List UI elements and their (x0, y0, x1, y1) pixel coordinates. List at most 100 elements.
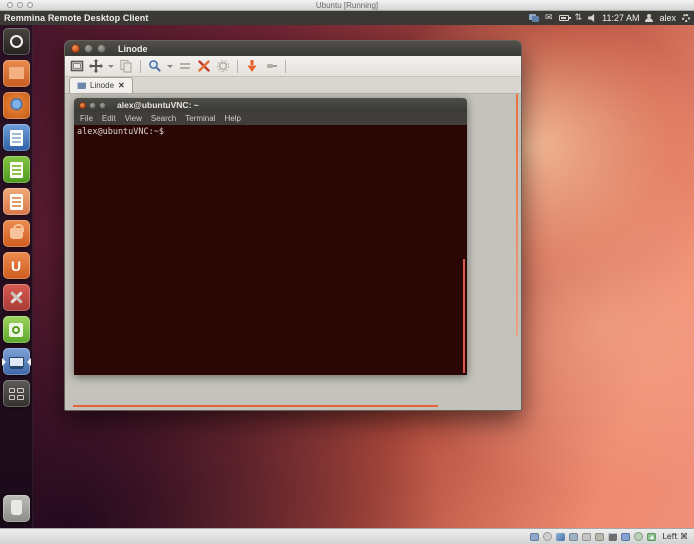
writer-document-icon (3, 124, 30, 151)
terminal-window-title: alex@ubuntuVNC: ~ (117, 100, 199, 110)
harddisk-icon[interactable] (530, 533, 539, 541)
tools-cross-icon (3, 284, 30, 311)
tab-close-button[interactable]: ✕ (118, 81, 125, 90)
disconnect-icon[interactable] (245, 59, 259, 73)
sync-indicator-icon[interactable]: ⇅ (575, 13, 583, 23)
vm-window-title: Ubuntu [Running] (0, 0, 694, 11)
launcher-item-workspace-switcher[interactable] (3, 380, 30, 407)
features-icon[interactable] (634, 532, 643, 541)
ubuntu-dash-icon (3, 28, 30, 55)
running-app-arrow-left (2, 358, 6, 366)
terminal-window: alex@ubuntuVNC: ~ File Edit View Search … (74, 98, 467, 375)
duplicate-icon[interactable] (119, 59, 133, 73)
folder-icon (3, 60, 30, 87)
app-indicator-icon[interactable] (529, 14, 539, 22)
window-minimize-button[interactable] (84, 44, 93, 53)
clock-indicator[interactable]: 11:27 AM (602, 13, 639, 23)
toolbar-separator (237, 60, 238, 73)
launcher-item-software-updater[interactable] (3, 316, 30, 343)
firefox-icon (3, 92, 30, 119)
desktop-wallpaper[interactable]: U Linode (0, 25, 694, 528)
scale-fit-icon[interactable] (89, 59, 103, 73)
menu-help[interactable]: Help (224, 114, 240, 123)
usb-icon[interactable] (582, 533, 591, 541)
launcher-item-libreoffice-calc[interactable] (3, 156, 30, 183)
window-close-button[interactable] (71, 44, 80, 53)
zoom-dropdown-caret[interactable] (167, 65, 173, 68)
terminal-menubar: File Edit View Search Terminal Help (74, 112, 467, 125)
menu-view[interactable]: View (125, 114, 142, 123)
sound-indicator-icon[interactable] (588, 14, 596, 22)
remmina-window-title: Linode (118, 44, 148, 54)
menu-terminal[interactable]: Terminal (185, 114, 215, 123)
launcher-item-libreoffice-impress[interactable] (3, 188, 30, 215)
launcher-item-home-folder[interactable] (3, 60, 30, 87)
terminal-maximize-button[interactable] (99, 102, 106, 109)
menu-edit[interactable]: Edit (102, 114, 116, 123)
vm-titlebar[interactable]: Ubuntu [Running] (0, 0, 694, 11)
shared-folders-icon[interactable] (595, 533, 604, 541)
impress-presentation-icon (3, 188, 30, 215)
display-icon[interactable] (608, 533, 617, 541)
launcher-item-firefox[interactable] (3, 92, 30, 119)
ubuntu-one-icon: U (3, 252, 30, 279)
shopping-bag-icon (3, 220, 30, 247)
terminal-output[interactable]: alex@ubuntuVNC:~$ (74, 125, 467, 375)
vnc-viewport[interactable]: alex@ubuntuVNC: ~ File Edit View Search … (65, 94, 521, 410)
launcher-item-ubuntu-one[interactable]: U (3, 252, 30, 279)
scale-dropdown-caret[interactable] (108, 65, 114, 68)
remmina-window: Linode Linode (64, 40, 522, 411)
ubuntu-top-panel: Remmina Remote Desktop Client ✉ ⇅ 11:27 … (0, 11, 694, 25)
workspace-grid-icon (3, 380, 30, 407)
trash-icon (3, 495, 30, 522)
remmina-toolbar (65, 56, 521, 77)
zoom-icon[interactable] (148, 59, 162, 73)
network-icon[interactable] (569, 533, 578, 541)
tab-label: Linode (90, 81, 114, 90)
terminal-close-button[interactable] (79, 102, 86, 109)
active-app-title: Remmina Remote Desktop Client (0, 13, 148, 23)
shell-prompt: alex@ubuntuVNC:~$ (77, 127, 164, 137)
launcher-item-libreoffice-writer[interactable] (3, 124, 30, 151)
calc-spreadsheet-icon (3, 156, 30, 183)
launcher-item-remmina[interactable] (3, 348, 30, 375)
launcher-item-software-center[interactable] (3, 220, 30, 247)
updater-icon (3, 316, 30, 343)
session-gear-icon[interactable] (682, 14, 690, 22)
battery-indicator-icon[interactable] (559, 15, 569, 21)
remmina-titlebar[interactable]: Linode (65, 41, 521, 56)
settings-gear-icon[interactable] (216, 59, 230, 73)
remmina-tabbar: Linode ✕ (65, 77, 521, 94)
launcher-item-system-settings[interactable] (3, 284, 30, 311)
remmina-monitor-icon (3, 348, 30, 375)
indicator-area: ✉ ⇅ 11:27 AM alex (529, 13, 694, 23)
wallpaper-artifact-horizontal (73, 405, 438, 407)
user-icon (645, 14, 653, 22)
launcher-item-dash[interactable] (3, 28, 30, 55)
pin-icon[interactable] (264, 59, 278, 73)
virtualbox-statusbar: Left ⌘ (0, 528, 694, 544)
user-menu[interactable]: alex (659, 13, 676, 23)
video-capture-icon[interactable] (621, 533, 630, 541)
fullscreen-icon[interactable] (70, 59, 84, 73)
menu-search[interactable]: Search (151, 114, 176, 123)
terminal-minimize-button[interactable] (89, 102, 96, 109)
optical-drive-icon[interactable] (543, 532, 552, 541)
unity-launcher: U (0, 25, 33, 528)
wallpaper-artifact-vertical (516, 94, 518, 336)
window-maximize-button[interactable] (97, 44, 106, 53)
launcher-item-trash[interactable] (3, 495, 30, 522)
wallpaper-artifact-terminal-edge (463, 259, 465, 373)
keyboard-grab-icon[interactable] (178, 59, 192, 73)
upgrade-icon[interactable] (647, 533, 656, 541)
mail-indicator-icon[interactable]: ✉ (545, 13, 553, 23)
pencil-icon[interactable] (556, 533, 565, 541)
toolbar-separator (140, 60, 141, 73)
menu-file[interactable]: File (80, 114, 93, 123)
tab-linode[interactable]: Linode ✕ (69, 77, 133, 93)
connection-screen-icon (77, 82, 86, 89)
focused-app-arrow-right (27, 358, 31, 366)
terminal-titlebar[interactable]: alex@ubuntuVNC: ~ (74, 98, 467, 112)
tools-icon[interactable] (197, 59, 211, 73)
virtualbox-vm-window: Ubuntu [Running] Remmina Remote Desktop … (0, 0, 694, 544)
